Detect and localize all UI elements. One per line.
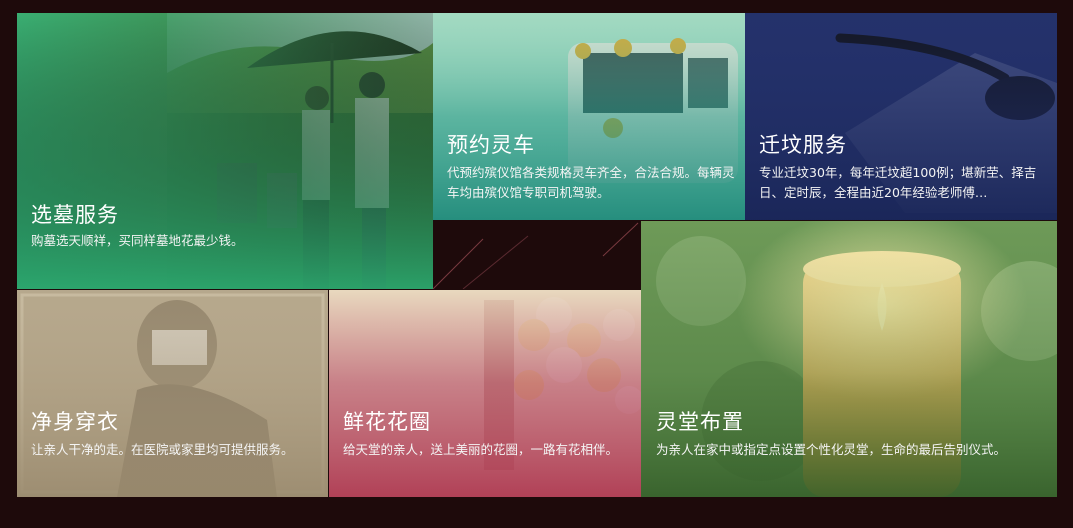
tile-description: 专业迁坟30年，每年迁坟超100例；堪新茔、择吉日、定时辰，全程由近20年经验老… xyxy=(759,165,1037,200)
service-tile-grave-selection[interactable]: 选墓服务 购墓选天顺祥，买同样墓地花最少钱。 xyxy=(17,13,433,289)
tile-title: 鲜花花圈 xyxy=(343,410,431,434)
service-tile-grave-relocation[interactable]: 迁坟服务 专业迁坟30年，每年迁坟超100例；堪新茔、择吉日、定时辰，全程由近2… xyxy=(745,13,1057,220)
decorative-gap xyxy=(432,221,641,290)
tile-description: 购墓选天顺祥，买同样墓地花最少钱。 xyxy=(31,233,244,248)
tile-title: 选墓服务 xyxy=(31,203,119,227)
tile-description: 给天堂的亲人，送上美丽的花圈，一路有花相伴。 xyxy=(343,442,619,457)
service-tile-body-dressing[interactable]: 净身穿衣 让亲人干净的走。在医院或家里均可提供服务。 xyxy=(17,290,328,497)
decorative-lines xyxy=(432,222,639,290)
tile-title: 预约灵车 xyxy=(447,133,535,157)
tile-title: 净身穿衣 xyxy=(31,410,119,434)
tile-title: 灵堂布置 xyxy=(656,410,744,434)
service-tile-memorial-hall[interactable]: 灵堂布置 为亲人在家中或指定点设置个性化灵堂，生命的最后告别仪式。 xyxy=(641,221,1057,497)
tile-description: 让亲人干净的走。在医院或家里均可提供服务。 xyxy=(31,442,294,457)
tile-title: 迁坟服务 xyxy=(759,133,847,157)
body-dressing-photo xyxy=(17,290,328,497)
service-tile-flowers-wreaths[interactable]: 鲜花花圈 给天堂的亲人，送上美丽的花圈，一路有花相伴。 xyxy=(329,290,641,497)
tile-description: 为亲人在家中或指定点设置个性化灵堂，生命的最后告别仪式。 xyxy=(656,442,1007,457)
tile-description: 代预约殡仪馆各类规格灵车齐全，合法合规。每辆灵车均由殡仪馆专职司机驾驶。 xyxy=(447,165,735,200)
service-tile-hearse-booking[interactable]: 预约灵车 代预约殡仪馆各类规格灵车齐全，合法合规。每辆灵车均由殡仪馆专职司机驾驶… xyxy=(433,13,745,220)
flowers-photo xyxy=(329,290,641,497)
